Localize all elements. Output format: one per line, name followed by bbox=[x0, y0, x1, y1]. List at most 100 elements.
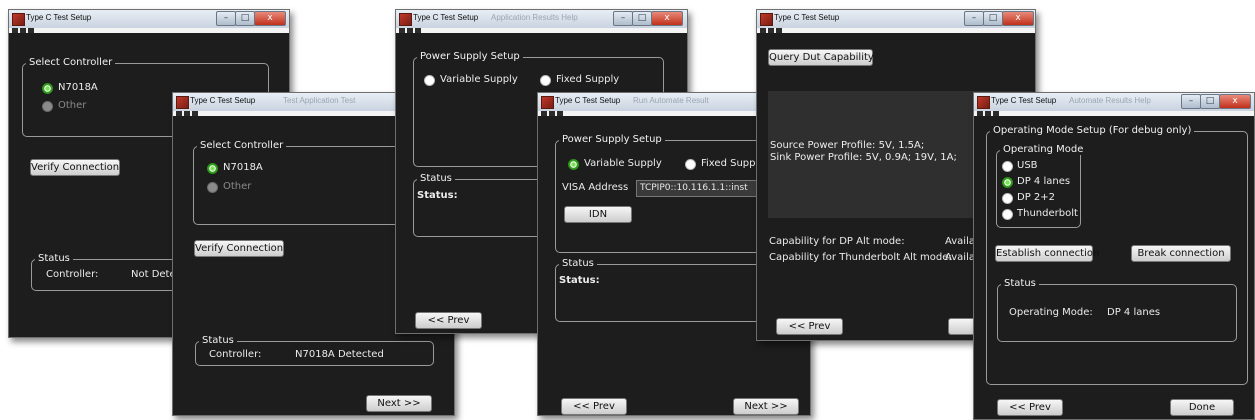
radio-other[interactable] bbox=[207, 182, 218, 193]
menu-dot[interactable] bbox=[20, 28, 26, 33]
radio-variable-supply[interactable] bbox=[424, 75, 435, 86]
menu-dot[interactable] bbox=[760, 28, 766, 33]
menu-strip bbox=[9, 28, 289, 33]
prev-button[interactable]: << Prev bbox=[997, 399, 1063, 416]
group-legend: Select Controller bbox=[197, 140, 287, 151]
radio-thunderbolt[interactable] bbox=[1002, 209, 1013, 220]
radio-fixed-supply[interactable] bbox=[540, 75, 551, 86]
background-title-text: Run Automate Result bbox=[633, 96, 709, 105]
establish-connection-button[interactable]: Establish connection bbox=[995, 245, 1099, 262]
app-icon bbox=[176, 96, 189, 109]
radio-fixed-label: Fixed Supply bbox=[556, 74, 620, 85]
radio-n7018a[interactable] bbox=[42, 83, 53, 94]
title-bar[interactable]: Type C Test Setup – □ x bbox=[9, 10, 289, 29]
radio-variable-label: Variable Supply bbox=[440, 74, 518, 85]
menu-strip bbox=[974, 111, 1254, 116]
next-button[interactable]: Next >> bbox=[733, 398, 799, 415]
radio-variable-supply[interactable] bbox=[568, 159, 579, 170]
group-legend: Power Supply Setup bbox=[559, 134, 665, 145]
close-button[interactable]: x bbox=[651, 11, 683, 26]
close-button[interactable]: x bbox=[254, 11, 286, 26]
app-icon bbox=[399, 13, 412, 26]
menu-strip bbox=[396, 28, 687, 33]
radio-other-label: Other bbox=[223, 181, 252, 192]
visa-address-label: VISA Address bbox=[562, 182, 629, 193]
title-bar[interactable]: Type C Test Setup – □ x bbox=[757, 10, 1035, 29]
thunderbolt-alt-mode-label: Capability for Thunderbolt Alt mode: bbox=[769, 252, 952, 263]
menu-dot[interactable] bbox=[549, 111, 555, 116]
window-operating-mode: Type C Test Setup Automate Results Help … bbox=[973, 92, 1255, 420]
radio-fixed-supply[interactable] bbox=[685, 159, 696, 170]
done-button[interactable]: Done bbox=[1170, 399, 1234, 416]
status-label: Status: bbox=[417, 190, 458, 201]
radio-other[interactable] bbox=[42, 101, 53, 112]
app-icon bbox=[977, 96, 990, 109]
menu-dot[interactable] bbox=[993, 111, 999, 116]
title-bar[interactable]: Type C Test Setup Automate Results Help … bbox=[974, 93, 1254, 112]
background-title-text: Application Results Help bbox=[491, 13, 578, 22]
menu-dot[interactable] bbox=[407, 28, 413, 33]
group-legend: Status bbox=[417, 173, 455, 184]
minimize-button[interactable]: – bbox=[1181, 94, 1201, 109]
group-legend: Status bbox=[1001, 278, 1039, 289]
dp-alt-mode-label: Capability for DP Alt mode: bbox=[769, 236, 905, 247]
group-legend: Status bbox=[35, 253, 73, 264]
minimize-button[interactable]: – bbox=[216, 11, 236, 26]
controller-value: N7018A Detected bbox=[295, 349, 384, 360]
background-title-text: Test Application Test bbox=[283, 96, 356, 105]
radio-dp-4-lanes[interactable] bbox=[1002, 177, 1013, 188]
next-button[interactable]: Next >> bbox=[366, 395, 432, 412]
menu-dot[interactable] bbox=[415, 28, 421, 33]
menu-dot[interactable] bbox=[541, 111, 547, 116]
minimize-button[interactable]: – bbox=[964, 11, 984, 26]
minimize-button[interactable]: – bbox=[613, 11, 633, 26]
group-legend: Power Supply Setup bbox=[417, 51, 523, 62]
status-label: Status: bbox=[559, 275, 600, 286]
window-title: Type C Test Setup bbox=[774, 13, 840, 22]
controller-label: Controller: bbox=[46, 269, 99, 280]
menu-dot[interactable] bbox=[184, 111, 190, 116]
menu-dot[interactable] bbox=[977, 111, 983, 116]
background-title-text: Automate Results Help bbox=[1069, 96, 1151, 105]
menu-dot[interactable] bbox=[12, 28, 18, 33]
maximize-button[interactable]: □ bbox=[983, 11, 1003, 26]
dp-alt-mode-value: Availa bbox=[945, 236, 975, 247]
app-icon bbox=[760, 13, 773, 26]
close-button[interactable]: x bbox=[1002, 11, 1034, 26]
idn-button[interactable]: IDN bbox=[564, 206, 632, 223]
window-title: Type C Test Setup bbox=[413, 13, 479, 22]
window-title: Type C Test Setup bbox=[555, 96, 621, 105]
radio-n7018a[interactable] bbox=[207, 163, 218, 174]
group-legend: Status bbox=[199, 335, 237, 346]
prev-button[interactable]: << Prev bbox=[776, 318, 843, 335]
verify-connection-button[interactable]: Verify Connection bbox=[194, 240, 284, 257]
group-legend: Operating Mode bbox=[1000, 144, 1087, 155]
group-legend: Operating Mode Setup (For debug only) bbox=[990, 125, 1195, 136]
menu-dot[interactable] bbox=[399, 28, 405, 33]
window-title: Type C Test Setup bbox=[26, 13, 92, 22]
menu-dot[interactable] bbox=[985, 111, 991, 116]
title-bar[interactable]: Type C Test Setup Application Results He… bbox=[396, 10, 687, 29]
radio-usb[interactable] bbox=[1002, 161, 1013, 172]
menu-dot[interactable] bbox=[768, 28, 774, 33]
close-button[interactable]: x bbox=[1219, 94, 1251, 109]
verify-connection-button[interactable]: Verify Connection bbox=[30, 159, 120, 176]
maximize-button[interactable]: □ bbox=[235, 11, 255, 26]
menu-dot[interactable] bbox=[176, 111, 182, 116]
menu-dot[interactable] bbox=[557, 111, 563, 116]
maximize-button[interactable]: □ bbox=[632, 11, 652, 26]
query-dut-capability-button[interactable]: Query Dut Capability bbox=[768, 49, 874, 66]
radio-dp-2-2[interactable] bbox=[1002, 193, 1013, 204]
radio-thunderbolt-label: Thunderbolt bbox=[1017, 208, 1078, 219]
prev-button[interactable]: << Prev bbox=[561, 398, 627, 415]
prev-button[interactable]: << Prev bbox=[415, 312, 482, 329]
maximize-button[interactable]: □ bbox=[1200, 94, 1220, 109]
menu-dot[interactable] bbox=[28, 28, 34, 33]
menu-dot[interactable] bbox=[776, 28, 782, 33]
menu-dot[interactable] bbox=[192, 111, 198, 116]
break-connection-button[interactable]: Break connection bbox=[1131, 245, 1231, 262]
radio-variable-label: Variable Supply bbox=[584, 158, 662, 169]
radio-dp-4-lanes-label: DP 4 lanes bbox=[1017, 176, 1071, 187]
radio-dp-2-2-label: DP 2+2 bbox=[1017, 192, 1056, 203]
window-title: Type C Test Setup bbox=[190, 96, 256, 105]
